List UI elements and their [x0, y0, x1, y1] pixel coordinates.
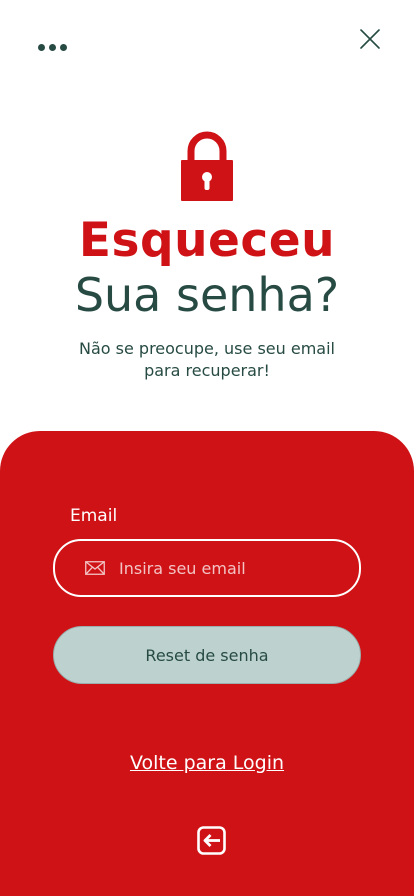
page-subtitle-heading: Sua senha? — [74, 268, 340, 322]
menu-dot — [38, 43, 45, 51]
menu-dot — [49, 43, 56, 51]
mail-icon — [85, 561, 105, 575]
close-icon[interactable] — [358, 27, 382, 51]
menu-dot — [60, 43, 67, 51]
padlock-icon — [181, 131, 233, 201]
page-title: Esqueceu — [78, 213, 336, 268]
instruction-text: Não se preocupe, use seu email para recu… — [79, 339, 335, 380]
reset-password-button[interactable]: Reset de senha — [53, 626, 361, 684]
email-input[interactable] — [119, 541, 349, 595]
email-field[interactable] — [53, 539, 361, 597]
exit-arrow-icon[interactable] — [197, 826, 226, 855]
email-label: Email — [70, 506, 118, 526]
back-to-login-link[interactable]: Volte para Login — [0, 752, 414, 774]
menu-icon[interactable] — [38, 41, 72, 53]
